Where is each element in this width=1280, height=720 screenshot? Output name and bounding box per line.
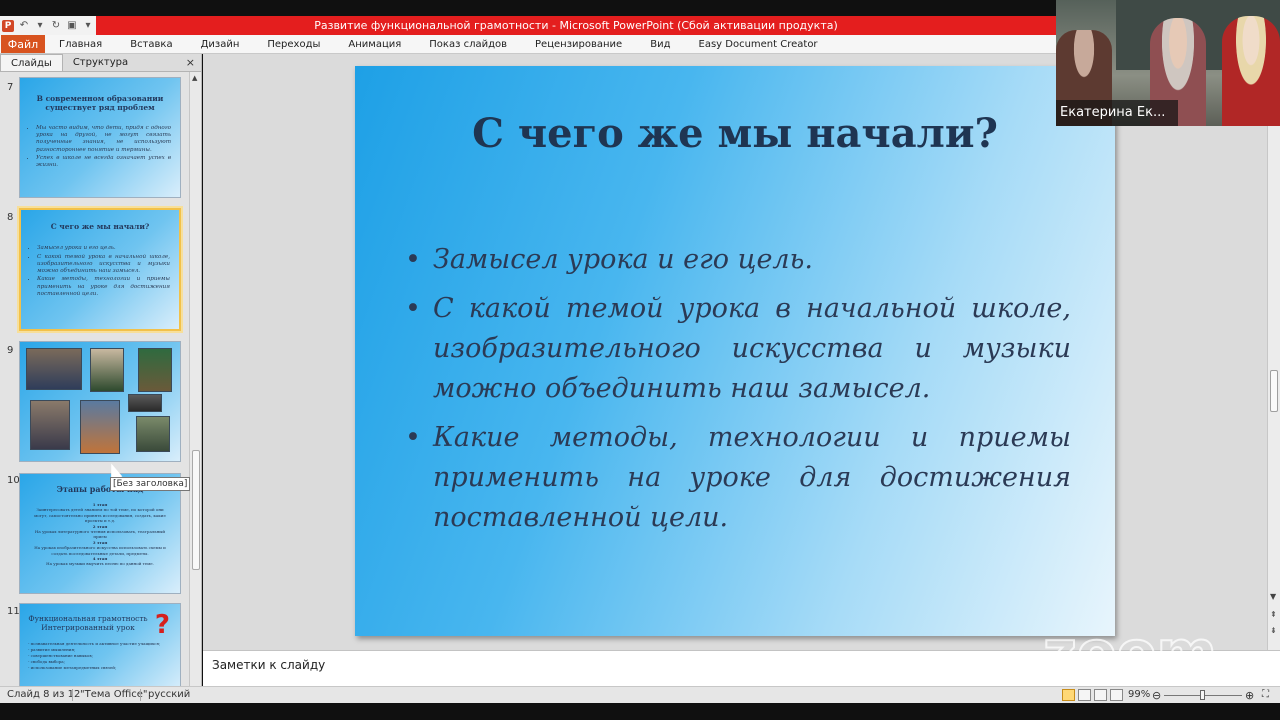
thumb-bullet: Мы часто видим, что дети, придя с одного… [36,125,171,154]
slide-title[interactable]: С чего же мы начали? [355,110,1115,157]
language[interactable]: русский [148,689,190,700]
photo [128,394,162,412]
thumb-line: На уроках музыки выучить песню по данной… [46,561,154,567]
thumb-line: На уроках литературного чтения использов… [34,528,166,540]
current-slide[interactable]: С чего же мы начали? Замысел урока и его… [355,66,1115,636]
slide-bullet: Замысел урока и его цель. [405,240,1071,280]
tab-review[interactable]: Рецензирование [521,35,636,53]
zoom-slider-knob[interactable] [1200,690,1205,700]
thumb-line: На уроках изобразительного искусства исп… [34,545,166,556]
slide-bullet: С какой темой урока в начальной школе, и… [405,289,1071,409]
quick-access-toolbar: P ↶ ▾ ↻ ▣ ▾ [0,16,96,35]
customize-qat-icon[interactable]: ▾ [82,20,94,32]
slide-position: Слайд 8 из 12 [7,689,81,700]
zoom-out-icon[interactable]: ⊖ [1152,689,1161,702]
tab-animations[interactable]: Анимация [334,35,415,53]
tab-insert[interactable]: Вставка [116,35,186,53]
redo-icon[interactable]: ↻ [50,20,62,32]
slide-editing-area: С чего же мы начали? Замысел урока и его… [203,54,1267,650]
dropdown-icon[interactable]: ▾ [34,20,46,32]
tab-home[interactable]: Главная [45,35,116,53]
slide-number: 10 [7,475,20,486]
slide-thumbnail-7[interactable]: В современном образовании существует ряд… [19,77,181,198]
tooltip: [Без заголовка] [110,477,191,491]
tab-view[interactable]: Вид [636,35,684,53]
slide-number: 9 [7,345,14,356]
scrollbar-thumb[interactable] [192,450,200,570]
slideshow-icon[interactable] [1110,689,1123,701]
divider [140,689,141,701]
photo [90,348,124,392]
canvas-scrollbar[interactable]: ▼ ⇞ ⇟ [1267,54,1280,650]
thumb-bullet: С какой темой урока в начальной школе, и… [37,254,170,276]
next-slide-icon[interactable]: ⇟ [1270,626,1277,635]
tab-slideshow[interactable]: Показ слайдов [415,35,521,53]
tab-file[interactable]: Файл [1,35,45,53]
close-icon[interactable]: × [186,56,195,69]
scrollbar-thumb[interactable] [1270,370,1278,412]
tab-slides[interactable]: Слайды [0,54,63,71]
fit-to-window-icon[interactable]: ⛶ [1262,689,1269,700]
slide-thumbnail-9[interactable] [19,341,181,462]
ribbon-tabs: Файл Главная Вставка Дизайн Переходы Ани… [0,35,1056,54]
thumb-line: Заинтересовать детей знанием по той теме… [34,507,166,524]
normal-view-icon[interactable] [1062,689,1075,701]
pane-tabs: Слайды Структура × [0,54,201,72]
photo [30,400,70,450]
slides-pane-scrollbar[interactable]: ▲ [189,72,201,686]
theme-name[interactable]: "Тема Office" [80,689,148,700]
slide-bullet: Какие методы, технологии и приемы примен… [405,418,1071,538]
thumb-title: В современном образовании существует ряд… [36,94,164,113]
thumb-bullets: Замысел урока и его цель. С какой темой … [21,245,179,298]
thumb-bullet: Успех в школе не всегда означает успех в… [36,155,171,170]
scroll-down-icon[interactable]: ▼ [1270,592,1276,601]
divider [72,689,73,701]
zoom-video-tile[interactable]: Екатерина Ек... [1056,0,1280,126]
slides-pane: Слайды Структура × 7 В современном образ… [0,54,202,686]
title-bar: P ↶ ▾ ↻ ▣ ▾ Развитие функциональной грам… [0,16,1056,35]
zoom-watermark: zoom [1042,622,1218,682]
thumb-text: 1 этап Заинтересовать детей знанием по т… [20,494,180,567]
photo [136,416,170,452]
tab-transitions[interactable]: Переходы [253,35,334,53]
thumb-title: С чего же мы начали? [50,222,150,231]
thumb-line: - использование метапредметных связей; [28,664,117,670]
slide-thumbnail-8[interactable]: С чего же мы начали? Замысел урока и его… [17,206,183,333]
thumb-bullet: Какие методы, технологии и приемы примен… [37,276,170,298]
powerpoint-logo-icon[interactable]: P [2,19,14,32]
undo-icon[interactable]: ↶ [18,20,30,32]
thumb-bullets: Мы часто видим, что дети, придя с одного… [20,125,180,170]
window-title: Развитие функциональной грамотности - Mi… [314,19,838,32]
photo [138,348,172,392]
slide-sorter-icon[interactable] [1078,689,1091,701]
participant-name: Екатерина Ек... [1056,100,1178,126]
scroll-up-icon[interactable]: ▲ [192,74,197,82]
tab-outline[interactable]: Структура [63,54,138,71]
thumb-bullet: Замысел урока и его цель. [37,245,170,252]
notes-placeholder[interactable]: Заметки к слайду [212,658,325,672]
photo [80,400,120,454]
thumb-line: - познавательная деятельность и активное… [28,640,161,646]
slide-number: 8 [7,212,14,223]
save-icon[interactable]: ▣ [66,20,78,32]
zoom-level[interactable]: 99% [1128,689,1150,700]
question-mark-icon: ? [154,610,170,640]
photo [26,348,82,390]
tab-easy-document-creator[interactable]: Easy Document Creator [685,35,832,53]
slide-thumbnail-11[interactable]: Функциональная грамотность Интегрированн… [19,603,181,686]
previous-slide-icon[interactable]: ⇞ [1270,610,1277,619]
tab-design[interactable]: Дизайн [187,35,254,53]
status-bar: Слайд 8 из 12 "Тема Office" русский 99% … [0,686,1280,703]
slide-number: 11 [7,606,20,617]
slide-thumbnail-10[interactable]: Этапы работы над 1 этап Заинтересовать д… [19,473,181,594]
participant-figure [1222,16,1280,126]
slide-number: 7 [7,82,14,93]
reading-view-icon[interactable] [1094,689,1107,701]
zoom-watermark-text: zoom [1043,622,1217,682]
zoom-in-icon[interactable]: ⊕ [1245,689,1254,702]
screen-bottom-border [0,703,1280,720]
slide-bullets[interactable]: Замысел урока и его цель. С какой темой … [405,240,1071,547]
